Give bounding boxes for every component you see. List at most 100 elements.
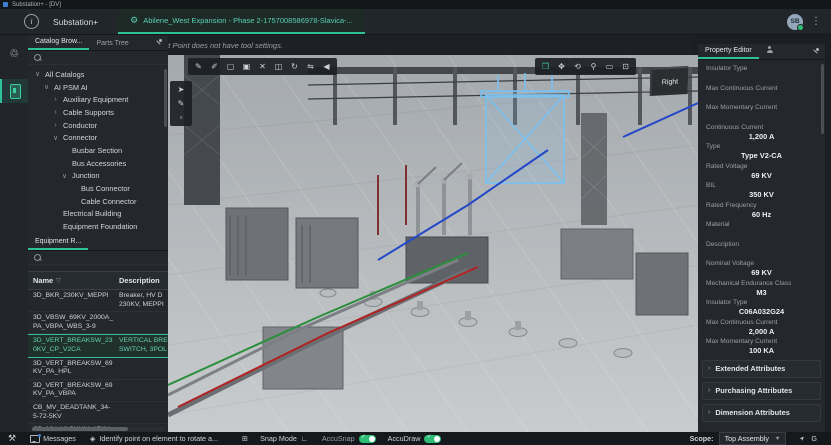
property-value[interactable]: 100 KA	[706, 346, 817, 356]
snap-mode-icon[interactable]: ∟	[301, 434, 308, 443]
property-value[interactable]	[706, 249, 817, 259]
chevron-right-icon[interactable]: ›	[52, 96, 59, 103]
tree-item[interactable]: ∨All Catalogs	[28, 68, 168, 81]
sketch-icon[interactable]: ✎	[174, 97, 189, 110]
accusnap-toggle[interactable]	[359, 435, 376, 443]
property-value[interactable]: 69 KV	[706, 171, 817, 181]
app-icon	[3, 2, 8, 7]
avatar[interactable]: SB	[787, 14, 803, 30]
fit-view-icon[interactable]: ▭	[602, 60, 617, 73]
table-row[interactable]: 3D_VERT_BREAKSW_69KV_PA_HPL	[28, 358, 168, 380]
person-icon	[766, 46, 774, 54]
accudraw-toggle[interactable]	[424, 435, 441, 443]
tree-item[interactable]: Electrical Building	[28, 208, 168, 221]
tree-item[interactable]: ∨Junction	[28, 170, 168, 183]
window-area-icon[interactable]: ⊡	[618, 60, 633, 73]
chevron-down-icon[interactable]: ∨	[34, 70, 41, 78]
tab-catalog-browser[interactable]: Catalog Brow...	[28, 38, 89, 50]
collapsed-section[interactable]: ›Extended Attributes	[702, 360, 821, 378]
tree-item[interactable]: Bus Connector	[28, 182, 168, 195]
property-value[interactable]: M3	[706, 288, 817, 298]
snap-mode-label[interactable]: Snap Mode	[260, 434, 297, 443]
tab-parts-tree[interactable]: Parts Tree	[89, 40, 135, 50]
more-menu-icon[interactable]: ⋮	[811, 16, 821, 27]
modify-element-icon[interactable]: ◫	[271, 60, 286, 73]
cursor-icon[interactable]: ➤	[174, 83, 189, 96]
view-cube-icon[interactable]: ❒	[538, 60, 553, 73]
property-value[interactable]: 350 KV	[706, 190, 817, 200]
app-home-icon[interactable]: i	[24, 14, 39, 29]
pin-icon[interactable]	[812, 48, 820, 56]
tree-item[interactable]: Equipment Foundation	[28, 220, 168, 233]
property-value[interactable]: Type V2-CA	[706, 151, 817, 161]
select-area-icon[interactable]: ▢	[223, 60, 238, 73]
tree-item[interactable]: ›Cable Supports	[28, 106, 168, 119]
column-description[interactable]: Description	[114, 276, 168, 285]
property-value[interactable]	[706, 73, 817, 83]
equipment-hscrollbar[interactable]	[32, 427, 164, 431]
table-row[interactable]: 3D_BKR_230KV_MEPPIBreaker, HV D 230KV, M…	[28, 290, 168, 312]
tree-item[interactable]: ∨ AI PSM AI	[28, 81, 168, 94]
catalog-scrollbar[interactable]	[164, 69, 167, 127]
table-row[interactable]: 3D_VBSW_69KV_2000A_PA_VBPA_WBS_3-9	[28, 312, 168, 334]
tree-item[interactable]: ›Auxiliary Equipment	[28, 93, 168, 106]
point-icon[interactable]: ▫	[174, 111, 189, 124]
chevron-right-icon[interactable]: ›	[52, 122, 59, 129]
flag-icon[interactable]: ◀	[319, 60, 334, 73]
tree-item-label: AI PSM AI	[54, 83, 88, 92]
tree-item-label: Conductor	[63, 121, 97, 130]
document-tab[interactable]: ⚙ Abilene_West Expansion - Phase 2-17570…	[118, 9, 365, 34]
tab-equipment-results[interactable]: Equipment R...	[28, 238, 88, 250]
column-name[interactable]: Name ▽	[28, 276, 114, 285]
zoom-magnifier-icon[interactable]: ⚲	[586, 60, 601, 73]
tools-wrench-icon[interactable]: ⚒	[8, 433, 16, 444]
recycle-icon[interactable]: ♲	[0, 41, 28, 65]
collapsed-section[interactable]: ›Purchasing Attributes	[702, 382, 821, 400]
property-value[interactable]	[706, 112, 817, 122]
property-field: Max Continuous Current	[706, 84, 817, 103]
property-value[interactable]: 69 KV	[706, 268, 817, 278]
delete-icon[interactable]: ✕	[255, 60, 270, 73]
pen-icon[interactable]: ✐	[207, 60, 222, 73]
property-value[interactable]	[706, 229, 817, 239]
property-value[interactable]: 60 Hz	[706, 210, 817, 220]
chevron-down-icon[interactable]: ∨	[61, 172, 68, 180]
orbit-icon[interactable]: ⟲	[570, 60, 585, 73]
chevron-down-icon[interactable]: ∨	[52, 134, 59, 142]
filter-icon[interactable]: ▽	[56, 277, 61, 284]
chevron-right-icon[interactable]: ›	[52, 109, 59, 116]
sidebar-item-equipment-active[interactable]	[0, 79, 28, 103]
messages-label[interactable]: Messages	[43, 434, 76, 443]
tree-item[interactable]: › Conductor	[28, 119, 168, 132]
tab-property-editor[interactable]: Property Editor	[698, 47, 759, 59]
table-row[interactable]: 3D_VERT_BREAKSW_230KV_CP_V2CAVERTICAL BR…	[28, 334, 168, 357]
mirror-icon[interactable]: ⇋	[303, 60, 318, 73]
table-row[interactable]: 3D_VERT_BREAKSW_69KV_PA_VBPA	[28, 380, 168, 402]
tree-item[interactable]: ∨Connector	[28, 131, 168, 144]
tree-item[interactable]: Busbar Section	[28, 144, 168, 157]
property-value[interactable]: C06A032G24	[706, 307, 817, 317]
scope-select[interactable]: Top Assembly ▼	[719, 432, 787, 445]
equipment-search-input[interactable]	[28, 251, 168, 265]
tree-item[interactable]: Cable Connector	[28, 195, 168, 208]
pencil-icon[interactable]: ✎	[191, 60, 206, 73]
table-row[interactable]: CB_MV_DEADTANK_34-5-72-5KV	[28, 402, 168, 424]
property-value[interactable]: 2,000 A	[706, 327, 817, 337]
copy-icon[interactable]: ▣	[239, 60, 254, 73]
messages-icon[interactable]	[30, 435, 40, 443]
tree-item[interactable]: Bus Accessories	[28, 157, 168, 170]
rotate-icon[interactable]: ↻	[287, 60, 302, 73]
collapsed-section[interactable]: ›Dimension Attributes	[702, 404, 821, 422]
property-value[interactable]	[706, 93, 817, 103]
pan-hand-icon[interactable]: ✥	[554, 60, 569, 73]
catalog-search-input[interactable]	[28, 51, 168, 65]
tab-people[interactable]	[759, 46, 781, 59]
selection-set-icon[interactable]: ⊞	[242, 434, 248, 443]
pin-icon[interactable]	[155, 39, 163, 47]
viewport-3d[interactable]: ✎✐▢▣✕◫↻⇋◀ ➤✎▫ ❒✥⟲⚲▭⊡ Right	[168, 55, 698, 432]
property-value[interactable]: 1,200 A	[706, 132, 817, 142]
property-scrollbar[interactable]	[821, 64, 824, 134]
app-tab[interactable]: Substation+	[53, 17, 98, 27]
chevron-down-icon[interactable]: ∨	[43, 83, 50, 91]
view-cube[interactable]: Right	[650, 66, 688, 96]
